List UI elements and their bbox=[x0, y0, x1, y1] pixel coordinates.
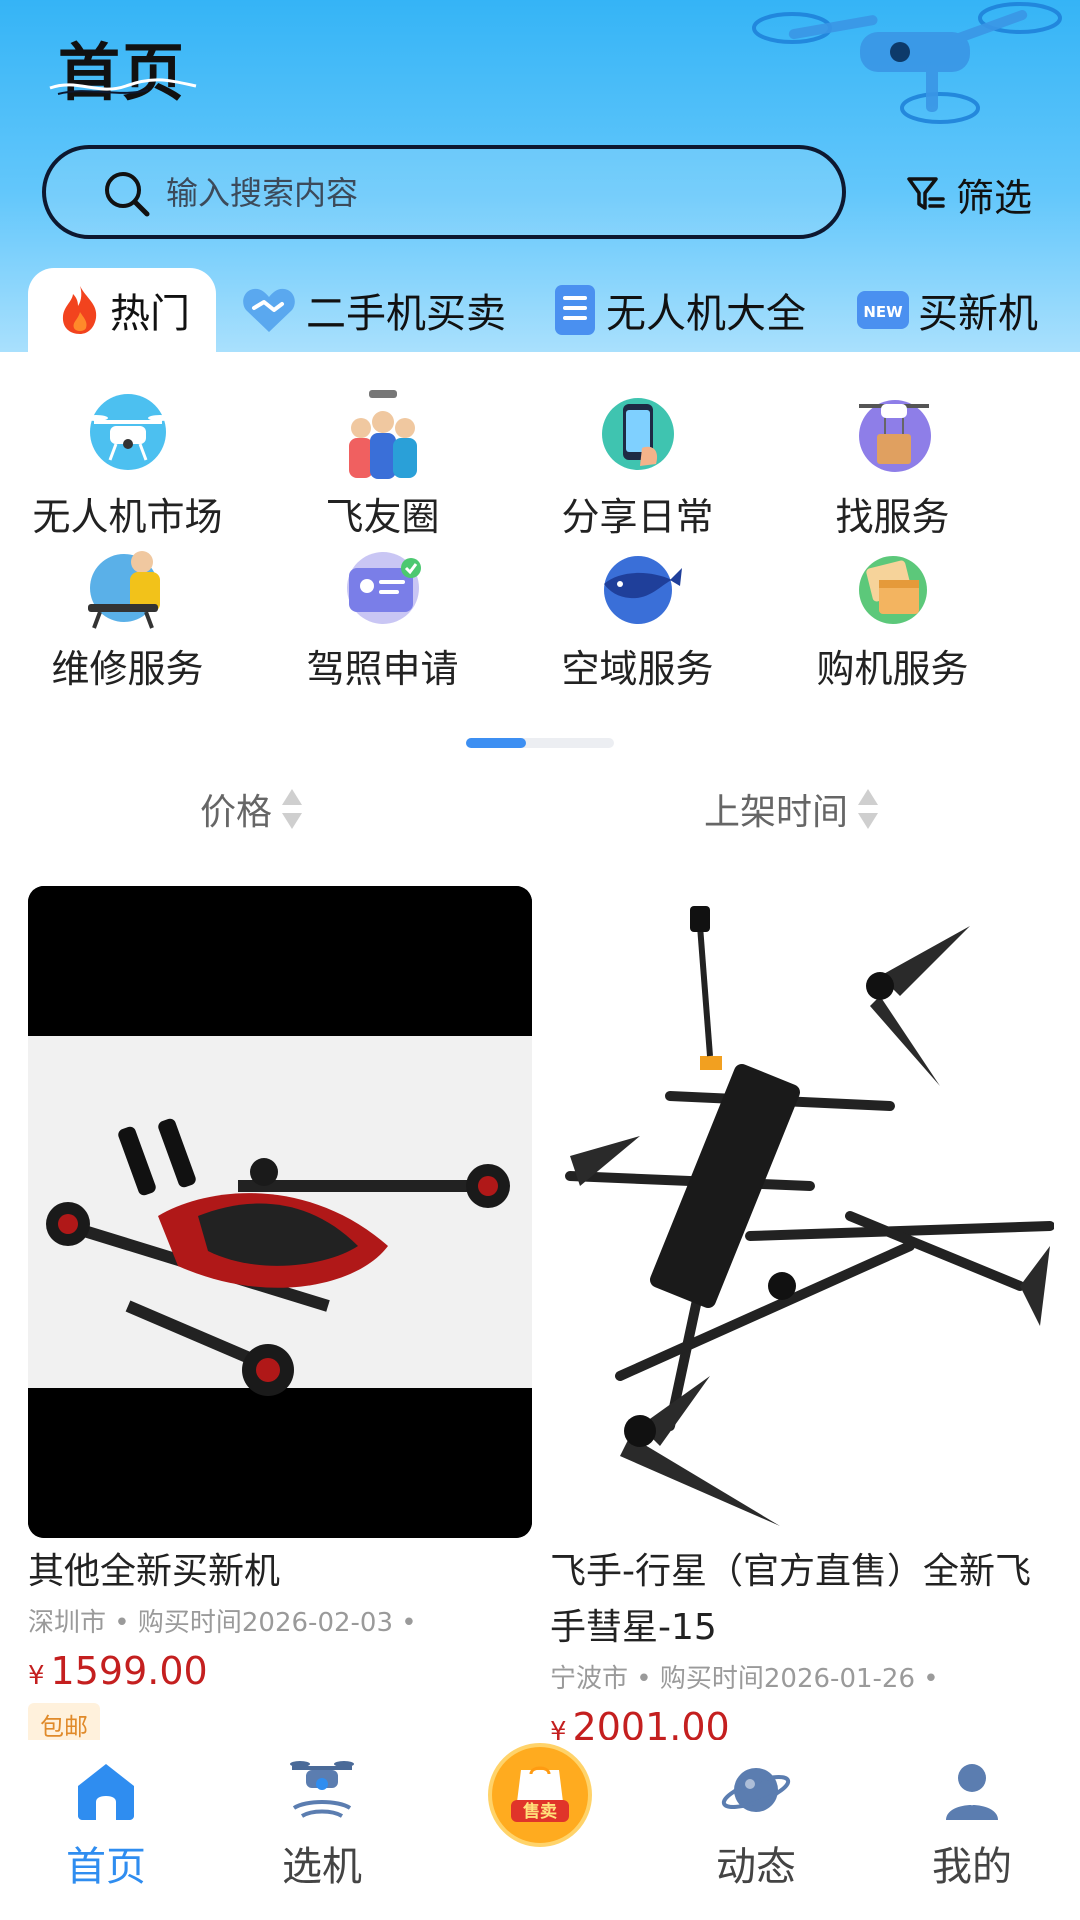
flyer-friends-icon bbox=[348, 390, 417, 479]
header: 首页 筛选 bbox=[0, 0, 1080, 352]
tab-label: 热门 bbox=[110, 291, 190, 337]
category-label: 驾照申请 bbox=[306, 647, 459, 691]
drone-market-icon bbox=[83, 394, 172, 470]
nav-sell[interactable]: 售卖 bbox=[440, 1740, 640, 1850]
home-icon bbox=[78, 1764, 134, 1820]
category-label: 维修服务 bbox=[51, 647, 204, 691]
category-label: 分享日常 bbox=[561, 495, 714, 539]
nav-label: 我的 bbox=[932, 1844, 1012, 1890]
profile-icon bbox=[946, 1764, 998, 1820]
search-bar[interactable] bbox=[42, 145, 846, 239]
flame-icon bbox=[62, 286, 97, 334]
category-label: 购机服务 bbox=[816, 647, 969, 691]
black-long-range-fpv-drone-photo bbox=[550, 886, 1054, 1538]
tab-hot[interactable]: 热门 bbox=[28, 268, 216, 352]
product-meta: 深圳市 • 购买时间2026-02-03 • bbox=[28, 1602, 532, 1639]
sort-price-label: 价格 bbox=[200, 792, 273, 833]
sell-bag-icon: 售卖 bbox=[488, 1743, 592, 1847]
product-image[interactable] bbox=[28, 886, 532, 1538]
sort-arrows-icon bbox=[282, 789, 303, 829]
meta-separator: • bbox=[401, 1608, 417, 1638]
category-label: 无人机市场 bbox=[32, 495, 223, 539]
product-city: 深圳市 bbox=[28, 1608, 107, 1638]
title-swoosh-icon bbox=[49, 78, 197, 95]
tab-second-hand[interactable]: 二手机买卖 bbox=[240, 268, 506, 352]
nav-select-drone[interactable]: 选机 bbox=[222, 1754, 422, 1892]
nav-label: 首页 bbox=[66, 1844, 146, 1890]
meta-separator: • bbox=[923, 1664, 939, 1694]
tab-label: 买新机 bbox=[918, 291, 1038, 337]
nav-profile[interactable]: 我的 bbox=[872, 1754, 1072, 1892]
tab-label: 二手机买卖 bbox=[306, 291, 506, 337]
search-input[interactable] bbox=[166, 167, 786, 219]
catalog-icon bbox=[555, 285, 595, 335]
page-indicator-active bbox=[466, 738, 526, 748]
page-title: 首页 bbox=[58, 36, 187, 109]
sort-listing-time-label: 上架时间 bbox=[704, 792, 849, 833]
sort-price-button[interactable]: 价格 bbox=[200, 783, 304, 835]
currency-symbol: ¥ bbox=[28, 1661, 45, 1691]
product-city: 宁波市 bbox=[550, 1664, 629, 1694]
product-card[interactable]: 飞手-行星（官方直售）全新飞手彗星-15 宁波市 • 购买时间2026-01-2… bbox=[550, 886, 1054, 1749]
handshake-icon bbox=[243, 288, 295, 332]
category-label: 空域服务 bbox=[561, 647, 714, 691]
product-title: 其他全新买新机 bbox=[28, 1551, 281, 1592]
phone-share-icon bbox=[601, 398, 674, 470]
category-license-apply[interactable]: 驾照申请 bbox=[255, 540, 510, 693]
category-find-service[interactable]: 找服务 bbox=[765, 388, 1020, 541]
new-badge-icon: NEW bbox=[857, 291, 909, 329]
category-label: 飞友圈 bbox=[325, 495, 440, 539]
nav-label: 动态 bbox=[716, 1844, 796, 1890]
product-price: ¥1599.00 bbox=[28, 1649, 532, 1693]
drone-select-icon bbox=[290, 1761, 354, 1818]
meta-separator: • bbox=[636, 1664, 652, 1694]
red-fpv-drone-photo bbox=[28, 886, 532, 1538]
category-share-daily[interactable]: 分享日常 bbox=[510, 388, 765, 541]
category-flyer-friends[interactable]: 飞友圈 bbox=[255, 388, 510, 541]
product-meta: 宁波市 • 购买时间2026-01-26 • bbox=[550, 1658, 1054, 1695]
filter-button[interactable]: 筛选 bbox=[906, 166, 1032, 222]
tab-buy-new[interactable]: NEW 买新机 bbox=[856, 268, 1038, 352]
category-label: 找服务 bbox=[835, 495, 950, 539]
filter-label: 筛选 bbox=[956, 175, 1033, 220]
meta-separator: • bbox=[114, 1608, 130, 1638]
planet-icon bbox=[721, 1768, 791, 1812]
product-purchase-time: 购买时间2026-02-03 bbox=[137, 1608, 393, 1638]
tab-label: 无人机大全 bbox=[606, 291, 806, 337]
product-image[interactable] bbox=[550, 886, 1054, 1538]
filter-icon bbox=[907, 177, 945, 210]
category-airspace-service[interactable]: 空域服务 bbox=[510, 540, 765, 693]
purchase-box-icon bbox=[858, 556, 927, 624]
hero-drone-icon bbox=[752, 2, 1062, 124]
category-drone-market[interactable]: 无人机市场 bbox=[0, 388, 255, 541]
tab-drone-catalog[interactable]: 无人机大全 bbox=[552, 268, 806, 352]
nav-feed[interactable]: 动态 bbox=[656, 1754, 856, 1892]
sell-label: 售卖 bbox=[523, 1801, 557, 1822]
repair-service-icon bbox=[87, 551, 160, 629]
nav-home[interactable]: 首页 bbox=[6, 1754, 206, 1892]
license-card-icon bbox=[346, 552, 421, 624]
airspace-whale-icon bbox=[603, 556, 682, 624]
bottom-nav: 首页 选机 售卖 动态 我的 bbox=[0, 1740, 1080, 1920]
page-indicator bbox=[466, 738, 614, 748]
product-purchase-time: 购买时间2026-01-26 bbox=[659, 1664, 915, 1694]
product-card[interactable]: 其他全新买新机 深圳市 • 购买时间2026-02-03 • ¥1599.00 … bbox=[28, 886, 532, 1746]
price-value: 1599.00 bbox=[50, 1649, 208, 1693]
nav-label: 选机 bbox=[282, 1844, 362, 1890]
delivery-drone-icon bbox=[858, 400, 931, 472]
category-purchase-service[interactable]: 购机服务 bbox=[765, 540, 1020, 693]
new-badge-text: NEW bbox=[863, 303, 903, 321]
category-repair-service[interactable]: 维修服务 bbox=[0, 540, 255, 693]
search-icon bbox=[105, 172, 150, 217]
sort-arrows-icon bbox=[858, 789, 879, 829]
product-title: 飞手-行星（官方直售）全新飞手彗星-15 bbox=[550, 1551, 1031, 1648]
sort-listing-time-button[interactable]: 上架时间 bbox=[704, 783, 880, 835]
